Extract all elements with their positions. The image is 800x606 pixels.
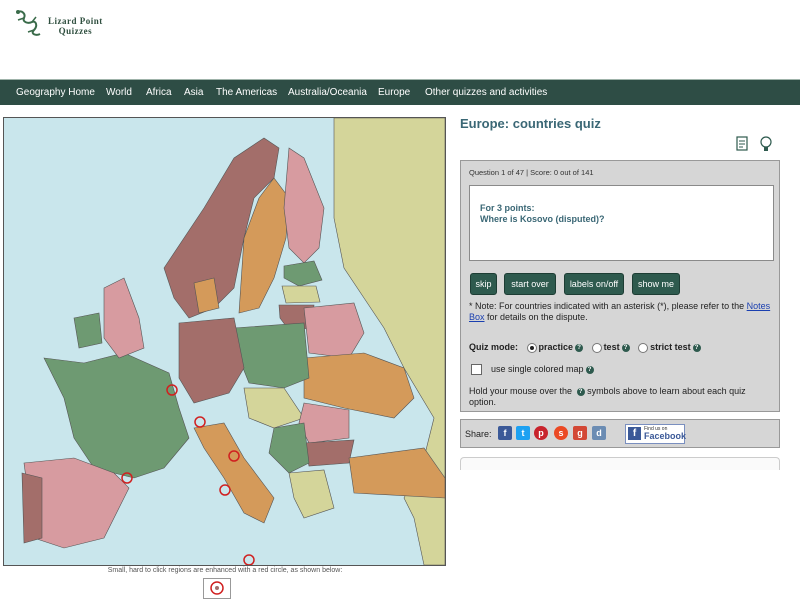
country-bulgaria[interactable] xyxy=(303,439,355,467)
practice-radio[interactable] xyxy=(526,342,537,353)
europe-map[interactable] xyxy=(3,117,446,566)
nav-africa[interactable]: Africa xyxy=(146,87,172,98)
quiz-mode-label: Quiz mode: xyxy=(469,342,518,352)
delicious-share-icon[interactable]: d xyxy=(592,426,606,440)
nav-world[interactable]: World xyxy=(106,87,132,98)
map-caption: Small, hard to click regions are enhance… xyxy=(107,567,343,574)
country-portugal[interactable] xyxy=(21,472,43,544)
question-box: For 3 points: Where is Kosovo (disputed)… xyxy=(469,185,774,261)
nav-other-quizzes[interactable]: Other quizzes and activities xyxy=(425,87,547,98)
lizard-icon xyxy=(16,10,41,36)
quiz-panel: Question 1 of 47 | Score: 0 out of 141 F… xyxy=(460,160,780,412)
single-color-label: use single colored map xyxy=(491,364,584,374)
practice-label: practice xyxy=(538,342,574,352)
question-points: For 3 points: xyxy=(480,203,535,213)
nav-geography-home[interactable]: Geography Home xyxy=(16,87,95,98)
help-icon: ? xyxy=(576,387,585,396)
quiz-status: Question 1 of 47 | Score: 0 out of 141 xyxy=(469,168,594,177)
note-text-end: for details on the dispute. xyxy=(484,312,588,322)
test-label: test xyxy=(603,342,620,352)
question-text: For 3 points: Where is Kosovo (disputed)… xyxy=(480,203,605,225)
find-us-on-facebook-button[interactable]: f Find us on Facebook xyxy=(625,424,687,444)
page-title: Europe: countries quiz xyxy=(460,116,601,131)
hover-help-text: Hold your mouse over the ? symbols above… xyxy=(469,386,774,408)
share-label: Share: xyxy=(465,429,492,439)
ad-box xyxy=(460,457,780,470)
nav-americas[interactable]: The Americas xyxy=(216,87,277,98)
labels-toggle-button[interactable]: labels on/off xyxy=(564,273,624,295)
nav-asia[interactable]: Asia xyxy=(184,87,203,98)
stumbleupon-share-icon[interactable]: s xyxy=(554,426,568,440)
start-over-button[interactable]: start over xyxy=(504,273,556,295)
main-nav: Geography Home World Africa Asia The Ame… xyxy=(0,79,800,105)
facebook-icon: f xyxy=(628,427,641,440)
share-bar: Share: f t p s g d f Find us on Facebook xyxy=(460,419,780,448)
help-icon[interactable]: ? xyxy=(585,365,594,374)
single-color-checkbox[interactable] xyxy=(471,364,482,376)
nav-oceania[interactable]: Australia/Oceania xyxy=(288,87,367,98)
question-prompt: Where is Kosovo (disputed)? xyxy=(480,214,605,224)
fb-big-text: Facebook xyxy=(644,431,687,441)
country-latvia[interactable] xyxy=(281,285,321,304)
single-color-row: use single colored map? xyxy=(471,364,594,376)
twitter-share-icon[interactable]: t xyxy=(516,426,530,440)
pinterest-share-icon[interactable]: p xyxy=(534,426,548,440)
hover-text-start: Hold your mouse over the xyxy=(469,386,575,396)
strict-test-radio[interactable] xyxy=(638,342,649,353)
logo-text: Lizard Point Quizzes xyxy=(48,16,103,36)
show-me-button[interactable]: show me xyxy=(632,273,680,295)
nav-europe[interactable]: Europe xyxy=(378,87,410,98)
map-canvas xyxy=(4,118,445,565)
logo-line-2: Quizzes xyxy=(58,26,93,36)
logo-line-1: Lizard Point xyxy=(48,16,103,26)
country-ireland[interactable] xyxy=(73,312,103,349)
red-circle-icon xyxy=(210,581,224,595)
notes-icon[interactable] xyxy=(733,135,751,153)
strict-test-label: strict test xyxy=(650,342,691,352)
help-icon[interactable]: ? xyxy=(575,343,584,352)
lightbulb-icon[interactable] xyxy=(757,135,775,153)
asterisk-note: * Note: For countries indicated with an … xyxy=(469,301,774,323)
google-plus-share-icon[interactable]: g xyxy=(573,426,587,440)
test-radio[interactable] xyxy=(591,342,602,353)
sample-red-circle xyxy=(203,578,231,599)
country-romania[interactable] xyxy=(298,402,350,444)
help-icon[interactable]: ? xyxy=(692,343,701,352)
facebook-share-icon[interactable]: f xyxy=(498,426,512,440)
help-icon[interactable]: ? xyxy=(621,343,630,352)
note-text: * Note: For countries indicated with an … xyxy=(469,301,747,311)
quiz-mode-row: Quiz mode: practice? test? strict test? xyxy=(469,342,701,353)
skip-button[interactable]: skip xyxy=(470,273,497,295)
